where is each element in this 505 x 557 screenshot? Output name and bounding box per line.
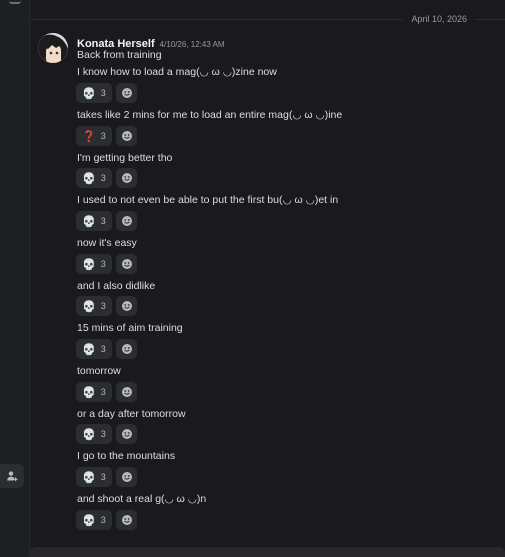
reaction-count: 3 [100, 88, 106, 98]
skull-emoji-icon: 💀 [82, 343, 96, 356]
add-reaction-icon [121, 216, 132, 226]
add-reaction-button[interactable] [116, 510, 137, 530]
message-line: I'm getting better tho [77, 152, 173, 164]
reaction-bar: 💀 3 [76, 424, 137, 444]
add-reaction-icon [121, 515, 132, 525]
reaction-bar: ❓ 3 [76, 126, 137, 146]
reaction-pill[interactable]: 💀 3 [76, 382, 112, 402]
skull-emoji-icon: 💀 [82, 300, 96, 313]
message-line: now it's easy [77, 237, 137, 249]
add-reaction-button[interactable] [116, 126, 137, 146]
member-list-button[interactable] [0, 464, 24, 488]
message-timestamp: 4/10/26, 12:43 AM [159, 40, 225, 49]
add-reaction-icon [121, 173, 132, 183]
message-line: I go to the mountains [77, 450, 176, 462]
reaction-count: 3 [100, 301, 106, 311]
reaction-pill[interactable]: 💀 3 [76, 83, 112, 103]
date-divider: April 10, 2026 [31, 12, 505, 26]
add-reaction-button[interactable] [116, 211, 137, 231]
message-input-bar[interactable] [30, 547, 505, 557]
add-reaction-icon [121, 88, 132, 98]
anime-avatar-icon [38, 33, 68, 63]
message-line: 15 mins of aim training [77, 322, 183, 334]
message-line: tomorrow [77, 365, 121, 377]
message-line: Back from training [77, 49, 162, 61]
reaction-pill[interactable]: 💀 3 [76, 510, 112, 530]
add-reaction-icon [121, 429, 132, 439]
reaction-count: 3 [100, 131, 106, 141]
add-reaction-icon [121, 472, 132, 482]
add-reaction-button[interactable] [116, 168, 137, 188]
add-reaction-icon [121, 344, 132, 354]
reaction-bar: 💀 3 [76, 254, 137, 274]
skull-emoji-icon: 💀 [82, 471, 96, 484]
add-reaction-button[interactable] [116, 254, 137, 274]
reaction-count: 3 [100, 259, 106, 269]
reaction-pill[interactable]: 💀 3 [76, 467, 112, 487]
skull-emoji-icon: 💀 [82, 87, 96, 100]
reaction-pill[interactable]: 💀 3 [76, 339, 112, 359]
skull-emoji-icon: 💀 [82, 514, 96, 527]
reaction-pill[interactable]: 💀 3 [76, 254, 112, 274]
reaction-pill[interactable]: 💀 3 [76, 424, 112, 444]
reaction-pill[interactable]: 💀 3 [76, 168, 112, 188]
reaction-count: 3 [100, 515, 106, 525]
add-reaction-button[interactable] [116, 424, 137, 444]
add-reaction-icon [121, 259, 132, 269]
reaction-count: 3 [100, 429, 106, 439]
reaction-bar: 💀 3 [76, 296, 137, 316]
add-reaction-icon [121, 131, 132, 141]
add-reaction-icon [121, 387, 132, 397]
rail-top-mark [9, 0, 21, 4]
add-reaction-button[interactable] [116, 382, 137, 402]
reaction-bar: 💀 3 [76, 382, 137, 402]
message-line: I used to not even be able to put the fi… [77, 194, 339, 206]
reaction-count: 3 [100, 387, 106, 397]
reaction-count: 3 [100, 216, 106, 226]
reaction-pill[interactable]: ❓ 3 [76, 126, 112, 146]
skull-emoji-icon: 💀 [82, 428, 96, 441]
message-line: or a day after tomorrow [77, 408, 186, 420]
reaction-count: 3 [100, 344, 106, 354]
message-header: Konata Herself 4/10/26, 12:43 AM [77, 34, 225, 50]
message-line: and I also didlike [77, 280, 156, 292]
message-line: I know how to load a mag(◡ ω ◡)zine now [77, 66, 277, 78]
add-reaction-button[interactable] [116, 296, 137, 316]
skull-emoji-icon: 💀 [82, 172, 96, 185]
reaction-bar: 💀 3 [76, 339, 137, 359]
reaction-count: 3 [100, 472, 106, 482]
reaction-pill[interactable]: 💀 3 [76, 296, 112, 316]
add-reaction-button[interactable] [116, 467, 137, 487]
reaction-bar: 💀 3 [76, 168, 137, 188]
reaction-bar: 💀 3 [76, 211, 137, 231]
message-line: and shoot a real g(◡ ω ◡)n [77, 493, 207, 505]
reaction-bar: 💀 3 [76, 467, 137, 487]
person-add-icon [7, 471, 18, 482]
reaction-pill[interactable]: 💀 3 [76, 211, 112, 231]
question-emoji-icon: ❓ [82, 130, 96, 143]
add-reaction-button[interactable] [116, 83, 137, 103]
avatar[interactable] [38, 33, 68, 63]
message-line: takes like 2 mins for me to load an enti… [77, 109, 343, 121]
skull-emoji-icon: 💀 [82, 386, 96, 399]
add-reaction-button[interactable] [116, 339, 137, 359]
skull-emoji-icon: 💀 [82, 215, 96, 228]
add-reaction-icon [121, 301, 132, 311]
reaction-bar: 💀 3 [76, 83, 137, 103]
reaction-bar: 💀 3 [76, 510, 137, 530]
divider-date-label: April 10, 2026 [403, 12, 475, 26]
skull-emoji-icon: 💀 [82, 258, 96, 271]
left-rail [0, 0, 30, 557]
reaction-count: 3 [100, 173, 106, 183]
